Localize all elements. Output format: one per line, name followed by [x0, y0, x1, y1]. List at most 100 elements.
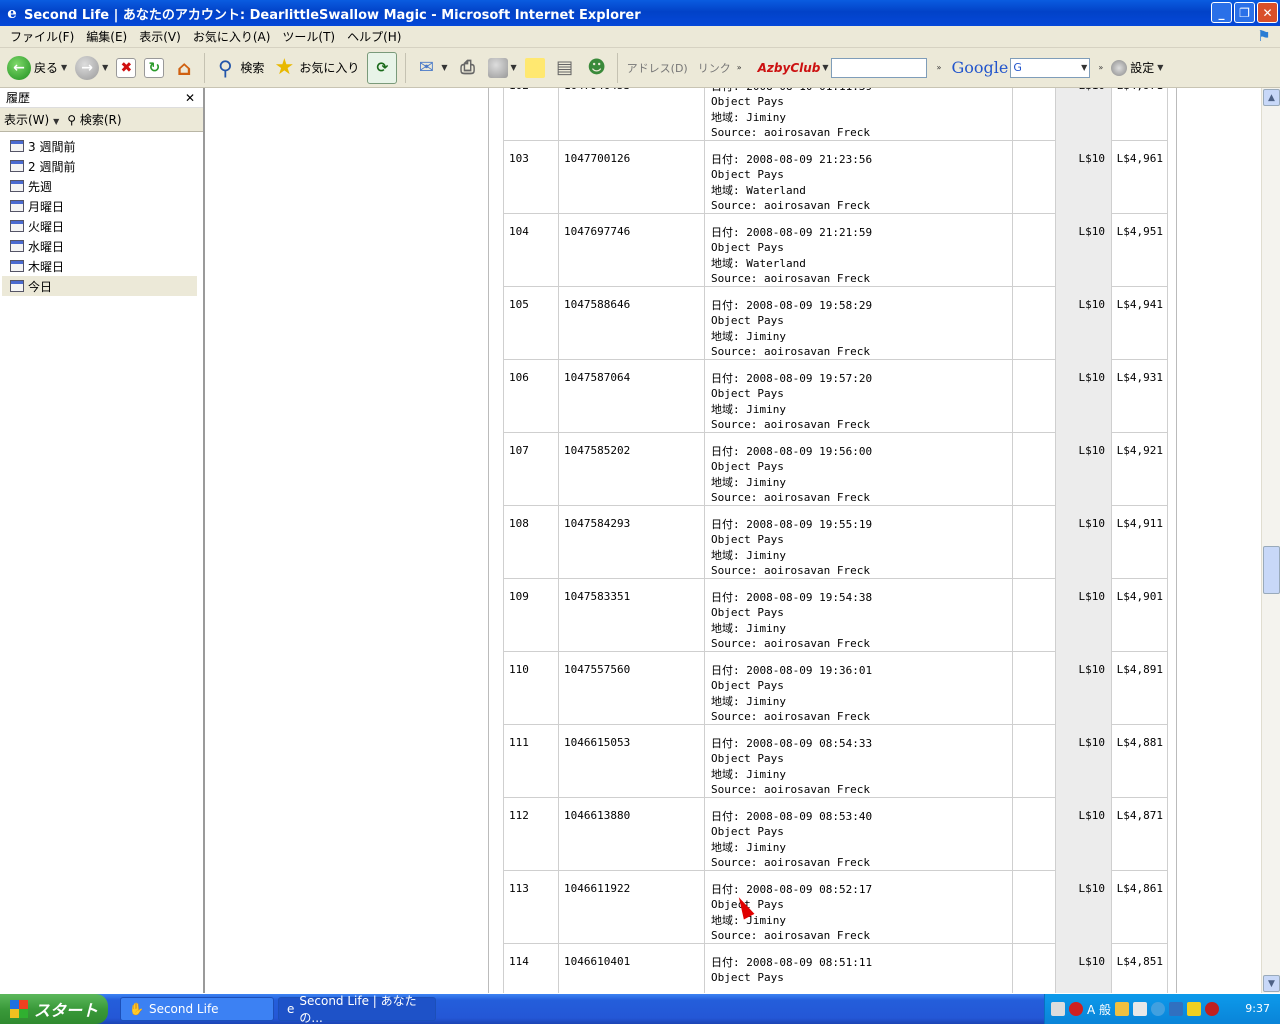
- transaction-date: 日付: 2008-08-09 19:57:20: [711, 372, 873, 385]
- google-chevron-icon[interactable]: »: [1098, 63, 1103, 72]
- history-item-wednesday[interactable]: 水曜日: [2, 236, 197, 256]
- stop-button[interactable]: ✖: [113, 51, 139, 85]
- warning-icon[interactable]: [1187, 1002, 1202, 1016]
- transaction-blank-cell: [1013, 944, 1056, 993]
- keyboard-icon[interactable]: [1051, 1002, 1065, 1016]
- transaction-balance: L$4,901: [1116, 590, 1163, 603]
- transaction-source: Source: aoirosavan Freck: [711, 636, 870, 650]
- mail-button[interactable]: ✉ ▼: [411, 51, 450, 85]
- transaction-description: 日付: 2008-08-09 21:23:56 Object Pays 地域: Wa…: [705, 141, 1013, 214]
- table-row: 111 1046615053 日付: 2008-08-09 08:54:33 Obje…: [503, 725, 1168, 798]
- mail-dropdown-icon[interactable]: ▼: [441, 63, 447, 72]
- menu-edit[interactable]: 編集(E): [80, 28, 133, 45]
- google-search-select[interactable]: G ▼: [1010, 57, 1091, 78]
- azbyclub-logo[interactable]: AzbyClub: [758, 61, 821, 75]
- menu-tools[interactable]: ツール(T): [276, 28, 341, 45]
- transaction-amount: L$10: [1056, 506, 1112, 579]
- history-button[interactable]: ⟳: [364, 51, 400, 85]
- edit-button[interactable]: ▼: [485, 51, 520, 85]
- history-item-3-weeks[interactable]: 3 週間前: [2, 136, 197, 156]
- security-shield-icon[interactable]: [1205, 1002, 1220, 1016]
- tray-app-icon[interactable]: [1115, 1002, 1130, 1016]
- vertical-scrollbar[interactable]: ▲ ▼: [1261, 88, 1280, 993]
- notes-button[interactable]: [522, 51, 548, 85]
- transaction-balance: L$4,921: [1116, 444, 1163, 457]
- back-dropdown-icon[interactable]: ▼: [61, 63, 67, 72]
- sidebar-search-button[interactable]: ⚲ 検索(R): [67, 111, 121, 128]
- forward-dropdown-icon[interactable]: ▼: [102, 63, 108, 72]
- menu-favorites[interactable]: お気に入り(A): [187, 28, 277, 45]
- clock: 9:37: [1245, 1002, 1270, 1015]
- messenger-button[interactable]: ☻: [582, 51, 612, 85]
- search-globe-icon: ⚲: [67, 113, 77, 127]
- history-list: 3 週間前 2 週間前 先週 月曜日 火曜日 水曜日 木曜日 今日: [0, 132, 203, 296]
- task-label: Second Life: [148, 1002, 219, 1016]
- transaction-blank-cell: [1013, 287, 1056, 360]
- ie-task-icon: e: [287, 1002, 295, 1016]
- refresh-button[interactable]: ↻: [141, 51, 167, 85]
- transaction-region: 地域: Jiminy: [711, 329, 786, 343]
- table-row: 110 1047557560 日付: 2008-08-09 19:36:01 Obje…: [503, 652, 1168, 725]
- history-item-tuesday[interactable]: 火曜日: [2, 216, 197, 236]
- transaction-balance: L$4,941: [1116, 298, 1163, 311]
- settings-button[interactable]: 設定 ▼: [1111, 59, 1163, 76]
- view-dropdown-icon: ▼: [53, 117, 60, 126]
- minimize-button[interactable]: _: [1211, 2, 1232, 23]
- search-button[interactable]: ⚲ 検索: [210, 51, 267, 85]
- azby-chevron-icon[interactable]: »: [937, 63, 942, 72]
- transaction-region: 地域: Waterland: [711, 256, 806, 270]
- start-button[interactable]: スタート: [0, 994, 108, 1024]
- transaction-amount: L$10: [1056, 88, 1112, 141]
- maximize-button[interactable]: ❐: [1234, 2, 1255, 23]
- task-label: Second Life | あなたの...: [299, 994, 417, 1025]
- ime-icon[interactable]: [1069, 1002, 1083, 1016]
- transaction-balance: L$4,951: [1116, 225, 1163, 238]
- forward-button[interactable]: → ▼: [72, 51, 111, 85]
- ime-mode-text[interactable]: A 般: [1087, 1001, 1111, 1018]
- history-item-last-week[interactable]: 先週: [2, 176, 197, 196]
- azby-search-input[interactable]: [830, 57, 927, 78]
- address-label[interactable]: アドレス(D): [623, 60, 692, 76]
- note-icon: [524, 57, 545, 78]
- history-item-2-weeks[interactable]: 2 週間前: [2, 156, 197, 176]
- home-button[interactable]: ⌂: [169, 51, 199, 85]
- favorites-button[interactable]: ★ お気に入り: [269, 51, 362, 85]
- toolbar-separator: [405, 52, 407, 83]
- system-tray: A 般 9:37: [1044, 994, 1280, 1024]
- azby-dropdown-icon[interactable]: ▼: [822, 63, 828, 72]
- edit-dropdown-icon[interactable]: ▼: [511, 63, 517, 72]
- transaction-balance: L$4,911: [1116, 517, 1163, 530]
- history-sidebar: 履歴 ✕ 表示(W) ▼ ⚲ 検索(R) 3 週間前 2 週間前 先週 月曜日 …: [0, 88, 205, 993]
- history-item-label: 2 週間前: [28, 159, 76, 174]
- sidebar-view-button[interactable]: 表示(W) ▼: [4, 111, 59, 128]
- scroll-thumb[interactable]: [1263, 546, 1280, 594]
- menu-view[interactable]: 表示(V): [133, 28, 187, 45]
- history-item-monday[interactable]: 月曜日: [2, 196, 197, 216]
- history-item-today[interactable]: 今日: [2, 276, 197, 296]
- links-chevron-icon[interactable]: »: [737, 63, 742, 72]
- history-item-thursday[interactable]: 木曜日: [2, 256, 197, 276]
- sidebar-close-icon[interactable]: ✕: [185, 91, 195, 105]
- links-label[interactable]: リンク: [694, 60, 735, 76]
- task-ie-window[interactable]: e Second Life | あなたの...: [278, 994, 436, 1025]
- transaction-description: 日付: 2008-08-09 21:21:59 Object Pays 地域: Wa…: [705, 214, 1013, 287]
- close-button[interactable]: ✕: [1257, 2, 1278, 23]
- transaction-number: 103: [504, 141, 559, 214]
- research-button[interactable]: ▤: [550, 51, 580, 85]
- menu-file[interactable]: ファイル(F): [4, 28, 80, 45]
- tray-help-icon[interactable]: [1133, 1002, 1148, 1016]
- calendar-icon: [10, 180, 24, 192]
- transaction-description: 日付: 2008-08-10 01:11:39Object Pays地域: Ji…: [705, 88, 1013, 141]
- transaction-amount: L$10: [1056, 579, 1112, 652]
- transaction-type: Object Pays: [711, 168, 784, 182]
- menu-help[interactable]: ヘルプ(H): [341, 28, 407, 45]
- transaction-number: 113: [504, 871, 559, 944]
- scroll-up-button[interactable]: ▲: [1263, 89, 1280, 106]
- print-button[interactable]: ⎙: [453, 51, 483, 85]
- task-second-life-viewer[interactable]: ✋ Second Life: [120, 997, 274, 1021]
- tray-expand-icon[interactable]: [1151, 1002, 1166, 1016]
- star-icon: ★: [274, 55, 295, 80]
- scroll-down-button[interactable]: ▼: [1263, 975, 1280, 992]
- back-button[interactable]: ← 戻る ▼: [4, 51, 70, 85]
- network-icon[interactable]: [1169, 1002, 1184, 1016]
